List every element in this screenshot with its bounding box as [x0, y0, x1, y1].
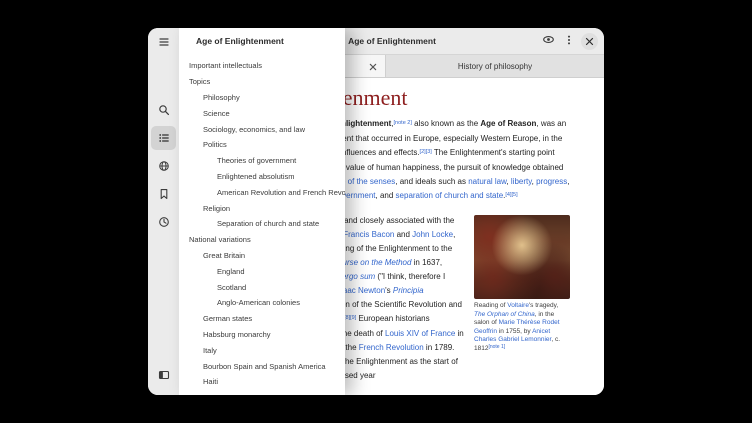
bookmarks-button[interactable] — [151, 182, 176, 206]
close-window-button[interactable] — [581, 33, 598, 50]
eye-icon — [542, 33, 555, 49]
wiki-link[interactable]: progress — [536, 177, 567, 186]
toc-item[interactable]: Important intellectuals — [179, 58, 345, 74]
toc-item[interactable]: Topics — [179, 74, 345, 90]
menu-kebab-button[interactable] — [560, 32, 578, 50]
tab-history-of-philosophy[interactable]: History of philosophy — [386, 55, 604, 77]
text-run: also known as the — [412, 119, 480, 128]
clock-icon — [158, 216, 170, 228]
wiki-link[interactable]: liberty — [511, 177, 532, 186]
toc-item[interactable]: Italy — [179, 342, 345, 358]
toc-item[interactable]: Philosophy — [179, 90, 345, 106]
desktop-background: Age of Enlightenment — [0, 0, 752, 423]
reader-eye-button[interactable] — [539, 32, 557, 50]
text-run: 's — [385, 286, 393, 295]
reference-link[interactable]: [3] — [426, 149, 432, 155]
article-figure: Reading of Voltaire's tragedy, The Orpha… — [474, 215, 570, 353]
toggle-panel-button[interactable] — [151, 363, 176, 387]
sidebar-rail — [148, 28, 180, 395]
toc-item[interactable]: Bourbon Spain and Spanish America — [179, 358, 345, 374]
reference-link[interactable]: [5] — [512, 192, 518, 198]
toc-item[interactable]: Scotland — [179, 279, 345, 295]
bookmark-icon — [158, 188, 170, 200]
wiki-link[interactable]: separation of church and state — [396, 191, 504, 200]
text-run: Age of Reason — [480, 119, 536, 128]
tab-close-button[interactable] — [367, 60, 379, 72]
toc-item[interactable]: Science — [179, 105, 345, 121]
reference-link[interactable]: [4] — [505, 192, 511, 198]
toc-item[interactable]: American Revolution and French Revolutio… — [179, 184, 345, 200]
toc-panel-title: Age of Enlightenment — [179, 28, 345, 54]
table-of-contents-button[interactable] — [151, 126, 176, 150]
kebab-icon — [563, 34, 575, 49]
close-tab-icon — [369, 59, 377, 74]
toc-item[interactable]: England — [179, 263, 345, 279]
toc-item[interactable]: Habsburg monarchy — [179, 327, 345, 343]
tab-label: History of philosophy — [458, 62, 532, 71]
wiki-link[interactable]: natural law — [468, 177, 506, 186]
toc-item[interactable]: Haiti — [179, 374, 345, 390]
toc-list: Important intellectualsTopicsPhilosophyS… — [179, 54, 345, 390]
text-run: and — [394, 230, 412, 239]
panel-toggle-icon — [158, 369, 170, 381]
toc-item[interactable]: Religion — [179, 200, 345, 216]
wiki-link[interactable]: John Locke — [412, 230, 453, 239]
reference-link[interactable]: [note 2] — [394, 120, 412, 126]
toc-item[interactable]: Enlightened absolutism — [179, 169, 345, 185]
app-window: Age of Enlightenment — [148, 28, 604, 395]
toc-item[interactable]: German states — [179, 311, 345, 327]
text-run: , — [567, 177, 569, 186]
toc-item[interactable]: Great Britain — [179, 248, 345, 264]
search-icon — [158, 104, 170, 116]
main-menu-button[interactable] — [151, 30, 176, 54]
reference-link[interactable]: [9] — [350, 315, 356, 321]
salon-painting-image[interactable] — [474, 215, 570, 299]
toc-item[interactable]: Sociology, economics, and law — [179, 121, 345, 137]
close-icon — [585, 34, 594, 49]
text-run: , and ideals such as — [395, 177, 468, 186]
wiki-link[interactable]: The Orphan of China — [474, 311, 535, 318]
toc-item[interactable]: Theories of government — [179, 153, 345, 169]
hamburger-icon — [158, 36, 170, 48]
text-run: in 1755, by — [497, 328, 532, 335]
toc-item[interactable]: Politics — [179, 137, 345, 153]
toc-item[interactable]: Separation of church and state — [179, 216, 345, 232]
wiki-link[interactable]: Louis XIV of France — [385, 329, 455, 338]
languages-globe-icon — [158, 160, 170, 172]
wiki-link[interactable]: Voltaire — [507, 302, 529, 309]
history-button[interactable] — [151, 210, 176, 234]
figure-caption: Reading of Voltaire's tragedy, The Orpha… — [474, 302, 570, 353]
search-button[interactable] — [151, 98, 176, 122]
toc-drawer: Age of Enlightenment Important intellect… — [179, 28, 345, 395]
toc-item[interactable]: National variations — [179, 232, 345, 248]
toc-item[interactable]: Anglo-American colonies — [179, 295, 345, 311]
wiki-link[interactable]: Francis Bacon — [343, 230, 394, 239]
languages-button[interactable] — [151, 154, 176, 178]
text-run: , and — [376, 191, 396, 200]
reference-link[interactable]: [note 1] — [488, 344, 505, 350]
text-run: Reading of — [474, 302, 507, 309]
text-run: 's tragedy, — [529, 302, 558, 309]
toc-list-icon — [158, 132, 170, 144]
reference-link[interactable]: [2] — [420, 149, 426, 155]
wiki-link[interactable]: French Revolution — [359, 343, 424, 352]
